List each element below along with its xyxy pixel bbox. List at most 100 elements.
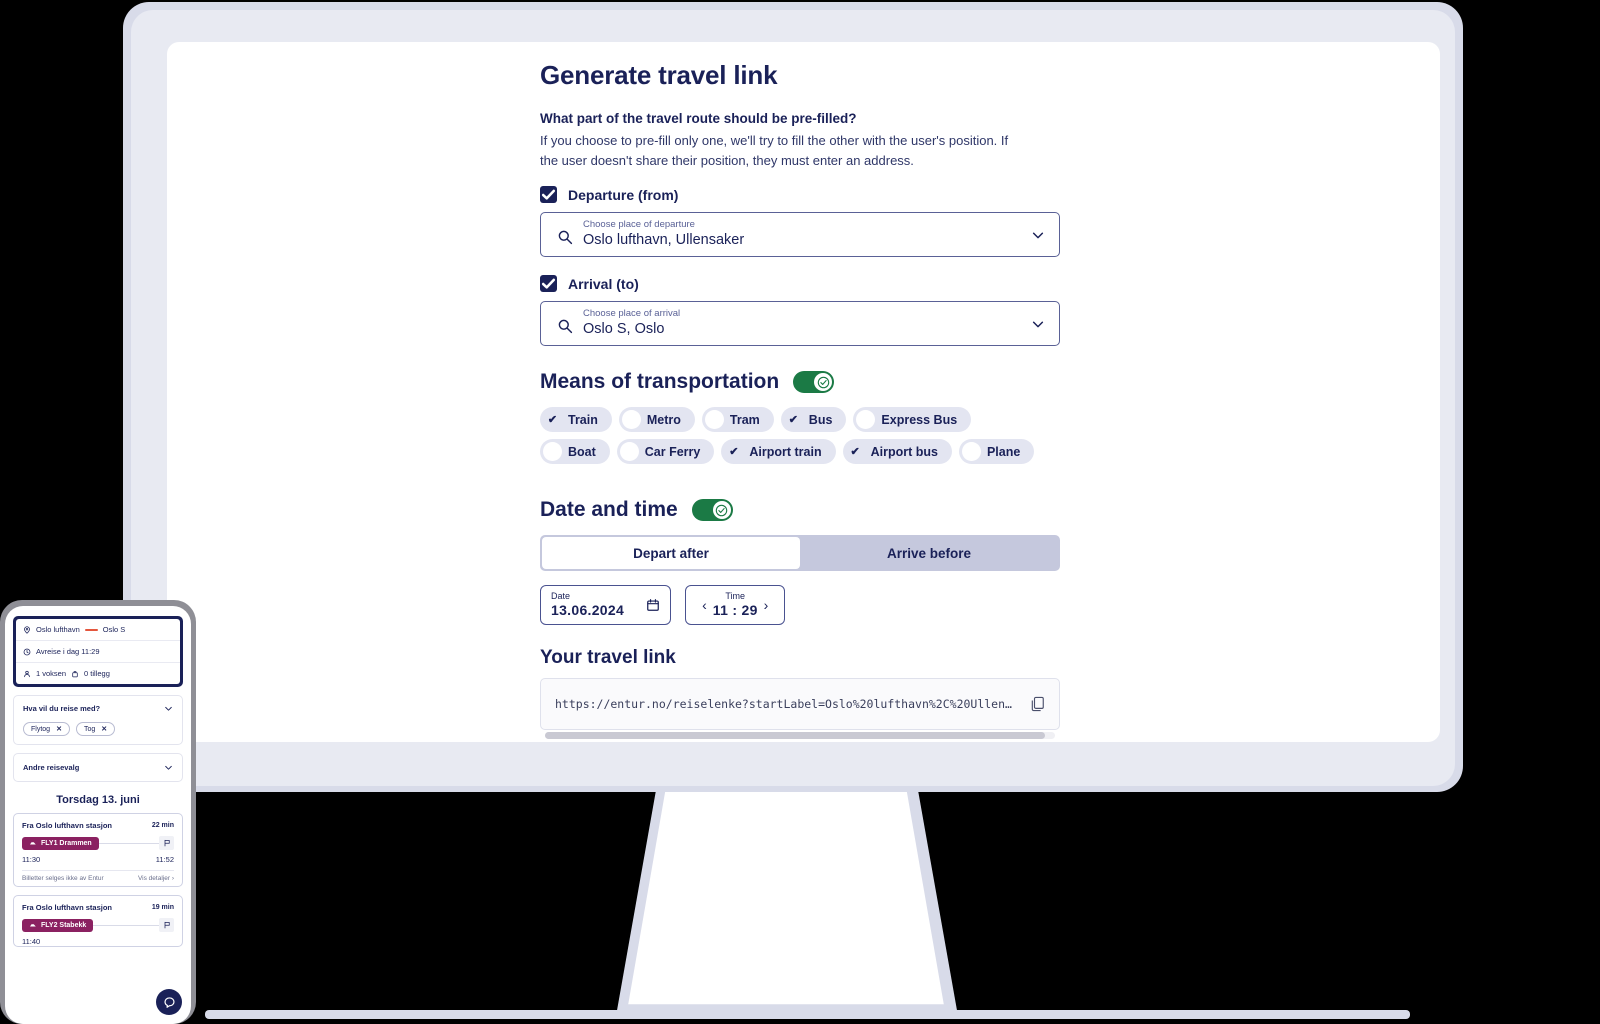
copy-icon[interactable] (1031, 696, 1045, 712)
calendar-icon[interactable] (646, 598, 660, 612)
phone-trip-duration: 22 min (151, 822, 174, 829)
arrival-checkbox[interactable] (540, 275, 557, 292)
phone-trip-card[interactable]: Fra Oslo lufthavn stasjon 19 min FLY2 St… (13, 895, 183, 947)
phone-trip-from: Fra Oslo lufthavn stasjon (22, 903, 113, 912)
monitor-stand-base (205, 1010, 1410, 1019)
check-icon: ✔ (729, 446, 739, 458)
flag-icon (164, 921, 170, 929)
phone-trip-details-link[interactable]: Vis detaljer › (138, 875, 174, 882)
chevron-down-icon[interactable] (164, 763, 173, 772)
monitor-screen: Generate travel link What part of the tr… (167, 42, 1440, 742)
transport-toggle[interactable] (793, 371, 835, 393)
phone-trip-card[interactable]: Fra Oslo lufthavn stasjon 22 min FLY1 Dr… (13, 813, 183, 887)
phone-filter-header[interactable]: Hva vil du reise med? (23, 704, 173, 713)
chip-toggle-circle (704, 410, 724, 429)
phone-trip-middle: FLY1 Drammen (22, 836, 174, 850)
date-label: Date (551, 591, 571, 602)
phone-screen: Oslo lufthavn Oslo S Avreise i dag 11:29… (5, 606, 191, 1024)
phone-trip-line-badge: FLY1 Drammen (22, 836, 99, 850)
phone-trip-destination-flag (159, 836, 174, 850)
phone-trip-middle: FLY2 Stabekk (22, 918, 174, 932)
transport-chip-label: Train (568, 412, 598, 427)
phone-departure-line: Avreise i dag 11:29 (16, 641, 180, 663)
transport-chip-boat[interactable]: Boat (540, 439, 610, 464)
phone-route-line: Oslo lufthavn Oslo S (16, 619, 180, 641)
luggage-icon (72, 670, 78, 677)
travel-link-scrollbar[interactable] (545, 732, 1055, 739)
transport-chip-label: Metro (646, 412, 681, 427)
prefill-question-subtext: If you choose to pre-fill only one, we'l… (540, 133, 1009, 168)
travel-link-box[interactable]: https://entur.no/reiselenke?startLabel=O… (540, 678, 1060, 739)
transport-chip-train[interactable]: ✔ Train (540, 407, 612, 432)
phone-departure-text: Avreise i dag 11:29 (36, 647, 100, 656)
phone-trip-times: 11:40 (22, 937, 174, 946)
location-pin-icon (24, 625, 30, 634)
datetime-toggle[interactable] (691, 499, 733, 521)
departure-field-value: Oslo lufthavn, Ullensaker (583, 231, 745, 248)
transport-chip-metro[interactable]: Metro (618, 407, 695, 432)
phone-chip-tog[interactable]: Tog ✕ (75, 722, 116, 736)
chip-toggle-circle (856, 410, 876, 429)
phone-from: Oslo lufthavn (36, 625, 80, 634)
phone-transport-filter-card[interactable]: Hva vil du reise med? Flytog ✕ Tog ✕ (13, 695, 183, 745)
arrival-checkbox-label: Arrival (to) (568, 275, 639, 292)
arrival-checkbox-row[interactable]: Arrival (to) (540, 275, 1060, 292)
datetime-heading: Date and time (540, 498, 678, 521)
page-title: Generate travel link (540, 60, 778, 90)
time-decrement-button[interactable]: ‹ (696, 597, 713, 613)
phone-trip-depart-time: 11:30 (22, 855, 41, 864)
toggle-knob (814, 373, 833, 391)
chevron-down-icon[interactable] (164, 704, 173, 713)
trip-connector-line (93, 924, 159, 926)
transport-chip-airport-bus[interactable]: ✔ Airport bus (842, 439, 952, 464)
tab-depart-after[interactable]: Depart after (542, 537, 800, 569)
phone-to: Oslo S (102, 625, 126, 634)
travel-link-heading: Your travel link (540, 647, 676, 668)
phone-trip-duration: 19 min (151, 904, 174, 911)
phone-trip-line-label: FLY2 Stabekk (41, 921, 87, 929)
train-icon (30, 842, 36, 845)
check-circle-icon (817, 376, 829, 388)
transport-chip-label: Bus (808, 412, 833, 427)
transport-chip-label: Express Bus (881, 412, 958, 427)
route-dash-icon (84, 628, 98, 631)
departure-input[interactable]: Choose place of departure Oslo lufthavn,… (540, 212, 1060, 257)
arrival-field-value: Oslo S, Oslo (583, 320, 665, 337)
departure-checkbox-row[interactable]: Departure (from) (540, 186, 1060, 203)
transport-chip-tram[interactable]: Tram (701, 407, 774, 432)
chat-support-button[interactable] (156, 989, 182, 1015)
check-circle-icon (715, 504, 728, 516)
phone-filter-title: Hva vil du reise med? (23, 704, 101, 713)
transport-chip-plane[interactable]: Plane (958, 439, 1035, 464)
chevron-down-icon[interactable] (1031, 228, 1045, 242)
date-input[interactable]: Date 13.06.2024 (540, 585, 672, 625)
departure-checkbox[interactable] (540, 186, 557, 203)
date-value: 13.06.2024 (551, 601, 625, 618)
transport-chip-bus[interactable]: ✔ Bus (780, 407, 847, 432)
phone-chip-tog-label: Tog (83, 725, 96, 733)
phone-trip-summary[interactable]: Oslo lufthavn Oslo S Avreise i dag 11:29… (13, 616, 183, 687)
transport-chip-airport-train[interactable]: ✔ Airport train (721, 439, 836, 464)
phone-trip-times: 11:30 11:52 (22, 855, 174, 864)
transport-chip-car-ferry[interactable]: Car Ferry (616, 439, 715, 464)
phone-other-options-label: Andre reisevalg (23, 763, 80, 772)
chevron-down-icon[interactable] (1031, 317, 1045, 331)
close-icon[interactable]: ✕ (101, 725, 107, 733)
phone-extras: 0 tillegg (84, 669, 110, 678)
close-icon[interactable]: ✕ (56, 725, 62, 733)
transport-chip-express-bus[interactable]: Express Bus (853, 407, 972, 432)
time-increment-button[interactable]: › (758, 597, 775, 613)
time-input[interactable]: ‹ Time 11 : 29 › (685, 585, 786, 625)
flag-icon (164, 839, 170, 847)
train-icon (30, 924, 36, 927)
tab-arrive-before[interactable]: Arrive before (800, 537, 1058, 569)
transport-chip-label: Car Ferry (644, 444, 701, 459)
phone-other-options-header[interactable]: Andre reisevalg (23, 763, 173, 772)
phone-chip-flytog[interactable]: Flytog ✕ (23, 722, 70, 736)
arrival-field-label: Choose place of arrival (583, 307, 681, 319)
check-icon (541, 278, 556, 289)
phone-other-options-card[interactable]: Andre reisevalg (13, 753, 183, 782)
phone-trip-top: Fra Oslo lufthavn stasjon 22 min (22, 821, 174, 830)
arrival-input[interactable]: Choose place of arrival Oslo S, Oslo (540, 301, 1060, 346)
phone-trip-top: Fra Oslo lufthavn stasjon 19 min (22, 903, 174, 912)
